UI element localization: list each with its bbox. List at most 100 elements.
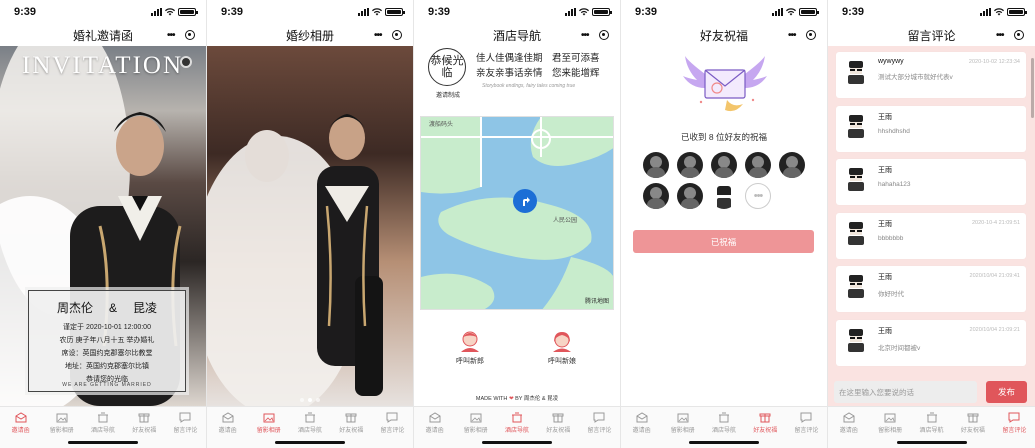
- tab-hotel[interactable]: 酒店导航: [496, 409, 537, 437]
- more-avatars-icon[interactable]: •••: [745, 183, 771, 209]
- blessing-screen: 9:39 好友祝福 ••• 已收到 8 位好友的祝福 ••• 已祝福 邀请函 留…: [621, 0, 828, 448]
- more-icon[interactable]: •••: [374, 30, 382, 41]
- comment-item: 王雨 2020/10/04 21:09:41 你好时代: [836, 266, 1026, 312]
- tab-invitation[interactable]: 邀请函: [621, 409, 662, 437]
- comment-item: wywywy 2020-10-02 12:23:34 测试大部分城市就好代表v: [836, 52, 1026, 98]
- date-line: 谨定于 2020-10-01 12:00:00: [63, 324, 151, 331]
- call-bride-button[interactable]: 呼叫新娘: [548, 330, 576, 366]
- signal-icon: [565, 8, 576, 16]
- scrollbar[interactable]: [1031, 58, 1034, 118]
- tab-blessing[interactable]: 好友祝福: [952, 409, 993, 437]
- guest-avatar: [677, 152, 703, 178]
- guest-avatar: [711, 183, 737, 209]
- mini-program-capsule[interactable]: •••: [993, 27, 1027, 43]
- mini-program-capsule[interactable]: •••: [578, 27, 612, 43]
- tab-blessing[interactable]: 好友祝福: [538, 409, 579, 437]
- status-bar: 9:39: [0, 0, 206, 24]
- publish-button[interactable]: 发布: [986, 381, 1027, 403]
- tab-blessing[interactable]: 好友祝福: [745, 409, 786, 437]
- tab-album[interactable]: 留影相册: [662, 409, 703, 437]
- album-screen: 9:39 婚纱相册 ••• 邀请函 留影相册 酒店导航 好友祝福 留言评论: [207, 0, 414, 448]
- tab-label: 邀请函: [839, 428, 858, 434]
- close-target-icon[interactable]: [599, 30, 609, 40]
- invitation-banner: INVITATION: [22, 52, 184, 79]
- tab-comments[interactable]: 留言评论: [786, 409, 827, 437]
- tab-hotel[interactable]: 酒店导航: [82, 409, 123, 437]
- hotel-tab-icon: [719, 412, 729, 423]
- battery-icon: [178, 8, 198, 16]
- hotel-tab-icon: [305, 412, 315, 423]
- album-photo[interactable]: [207, 46, 413, 406]
- invitation-tab-icon: [429, 412, 441, 423]
- map-label-park: 人民公园: [553, 218, 578, 224]
- groom-name: 周杰伦: [56, 301, 93, 315]
- nav-title: 婚礼邀请函: [72, 28, 133, 43]
- comment-time: 2020-10-02 12:23:34: [968, 59, 1020, 65]
- winged-envelope-icon: [683, 56, 767, 112]
- tab-comments[interactable]: 留言评论: [994, 409, 1035, 437]
- navigate-button[interactable]: [513, 189, 537, 213]
- comment-time: 2020-10-4 21:09:51: [971, 219, 1020, 226]
- mini-program-capsule[interactable]: •••: [164, 27, 198, 43]
- avatar: [848, 221, 864, 245]
- tab-blessing[interactable]: 好友祝福: [331, 409, 372, 437]
- hotel-map[interactable]: 渡船码头 人民公园 腾讯地图: [420, 116, 614, 310]
- tab-hotel[interactable]: 酒店导航: [911, 409, 952, 437]
- comment-input[interactable]: [834, 381, 977, 403]
- tab-invitation[interactable]: 邀请函: [0, 409, 41, 437]
- blessing-avatars: •••: [643, 152, 807, 209]
- tab-label: 好友祝福: [960, 428, 985, 434]
- album-tab-icon: [470, 413, 482, 423]
- tab-bar: 邀请函 留影相册 酒店导航 好友祝福 留言评论: [828, 406, 1035, 448]
- tab-comments[interactable]: 留言评论: [579, 409, 620, 437]
- tab-album[interactable]: 留影相册: [455, 409, 496, 437]
- tab-blessing[interactable]: 好友祝福: [124, 409, 165, 437]
- tab-label: 留言评论: [587, 428, 612, 434]
- tab-album[interactable]: 留影相册: [41, 409, 82, 437]
- call-bride-label: 呼叫新娘: [548, 358, 576, 365]
- mini-program-capsule[interactable]: •••: [371, 27, 405, 43]
- blessed-button[interactable]: 已祝福: [633, 230, 814, 253]
- more-icon[interactable]: •••: [581, 30, 589, 41]
- nav-title: 婚纱相册: [285, 28, 334, 43]
- tab-album[interactable]: 留影相册: [248, 409, 289, 437]
- tab-bar: 邀请函 留影相册 酒店导航 好友祝福 留言评论: [414, 406, 620, 448]
- status-time: 9:39: [842, 6, 865, 18]
- close-target-icon[interactable]: [185, 30, 195, 40]
- tab-comments[interactable]: 留言评论: [165, 409, 206, 437]
- wedding-poem: 佳人佳偶逢佳期 君至可添喜 亲友亲事话亲情 您来能增辉: [476, 52, 600, 82]
- tab-hotel[interactable]: 酒店导航: [289, 409, 330, 437]
- more-icon[interactable]: •••: [996, 30, 1004, 41]
- tab-comments[interactable]: 留言评论: [372, 409, 413, 437]
- comment-author: 王雨: [878, 167, 892, 174]
- tab-label: 留言评论: [1002, 428, 1027, 434]
- tab-album[interactable]: 留影相册: [869, 409, 910, 437]
- tab-invitation[interactable]: 邀请函: [414, 409, 455, 437]
- made-prefix: MADE WITH: [475, 396, 508, 402]
- status-bar: 9:39: [828, 0, 1035, 24]
- tab-invitation[interactable]: 邀请函: [207, 409, 248, 437]
- comments-tab-icon: [386, 412, 398, 423]
- call-groom-button[interactable]: 呼叫新郎: [456, 330, 484, 366]
- comment-list[interactable]: wywywy 2020-10-02 12:23:34 测试大部分城市就好代表v 王雨 h…: [836, 52, 1026, 373]
- close-target-icon[interactable]: [1014, 30, 1024, 40]
- more-icon[interactable]: •••: [788, 30, 796, 41]
- tab-invitation[interactable]: 邀请函: [828, 409, 869, 437]
- comment-item: 王雨 2020-10-4 21:09:51 bbbbbbb: [836, 212, 1026, 259]
- more-icon[interactable]: •••: [167, 30, 175, 41]
- blessing-count: 已收到 8 位好友的祝福: [681, 132, 767, 142]
- seal-caption: 邀请制成: [435, 93, 460, 99]
- tab-label: 酒店导航: [91, 428, 116, 434]
- tab-label: 好友祝福: [339, 428, 364, 434]
- avatar: [848, 168, 864, 191]
- tab-label: 好友祝福: [132, 428, 157, 434]
- album-pager[interactable]: [300, 398, 320, 402]
- lunar-line: 农历 庚子年八月十五 举办婚礼: [59, 337, 155, 344]
- mini-program-capsule[interactable]: •••: [785, 27, 819, 43]
- comment-author: 王雨: [878, 113, 892, 121]
- music-disc-icon[interactable]: [180, 56, 192, 68]
- close-target-icon[interactable]: [392, 30, 402, 40]
- close-target-icon[interactable]: [806, 30, 816, 40]
- tab-hotel[interactable]: 酒店导航: [703, 409, 744, 437]
- status-bar: 9:39: [414, 0, 620, 24]
